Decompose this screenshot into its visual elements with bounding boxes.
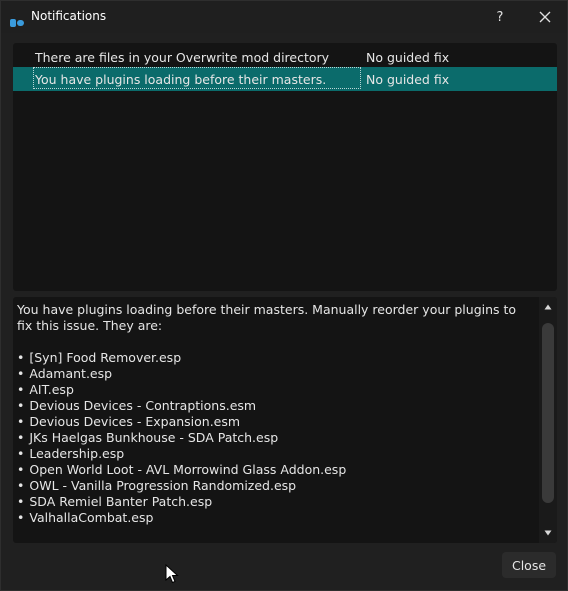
details-intro: You have plugins loading before their ma…: [17, 302, 517, 333]
issue-fix: No guided fix: [366, 50, 450, 65]
issue-fix: No guided fix: [366, 72, 450, 87]
issues-list[interactable]: There are files in your Overwrite mod di…: [13, 43, 557, 291]
plugin-item: OWL - Vanilla Progression Randomized.esp: [17, 478, 529, 494]
plugin-item: [Syn] Food Remover.esp: [17, 350, 529, 366]
plugin-item: SDA Remiel Banter Patch.esp: [17, 494, 529, 510]
issue-description: There are files in your Overwrite mod di…: [35, 50, 330, 65]
mod-organizer-icon: [10, 12, 24, 27]
plugin-item: AIT.esp: [17, 382, 529, 398]
scroll-up-button[interactable]: [539, 297, 557, 317]
issue-details[interactable]: You have plugins loading before their ma…: [13, 297, 557, 543]
plugin-item: JKs Haelgas Bunkhouse - SDA Patch.esp: [17, 430, 529, 446]
chevron-up-icon: [544, 304, 552, 310]
scroll-down-button[interactable]: [539, 523, 557, 543]
mouse-cursor-icon: [165, 564, 179, 584]
help-button[interactable]: ?: [483, 1, 517, 33]
window-close-button[interactable]: [528, 1, 562, 33]
issue-description: You have plugins loading before their ma…: [35, 72, 327, 87]
help-icon: ?: [496, 9, 504, 25]
scroll-thumb[interactable]: [542, 323, 554, 503]
window-title: Notifications: [31, 9, 107, 23]
details-text: You have plugins loading before their ma…: [17, 302, 529, 526]
plugin-item: ValhallaCombat.esp: [17, 510, 529, 526]
plugin-item: Leadership.esp: [17, 446, 529, 462]
close-icon: [539, 11, 551, 23]
issue-row[interactable]: There are files in your Overwrite mod di…: [13, 45, 557, 69]
plugin-item: Devious Devices - Expansion.esm: [17, 414, 529, 430]
issue-row-selected[interactable]: You have plugins loading before their ma…: [13, 67, 557, 91]
notifications-dialog: Notifications ? There are files in your …: [0, 0, 568, 591]
chevron-down-icon: [544, 530, 552, 536]
title-bar[interactable]: Notifications ?: [1, 1, 567, 33]
close-button[interactable]: Close: [502, 552, 556, 578]
details-scrollbar[interactable]: [539, 297, 557, 543]
plugin-list: [Syn] Food Remover.esp Adamant.esp AIT.e…: [17, 350, 529, 526]
plugin-item: Devious Devices - Contraptions.esm: [17, 398, 529, 414]
plugin-item: Open World Loot - AVL Morrowind Glass Ad…: [17, 462, 529, 478]
plugin-item: Adamant.esp: [17, 366, 529, 382]
